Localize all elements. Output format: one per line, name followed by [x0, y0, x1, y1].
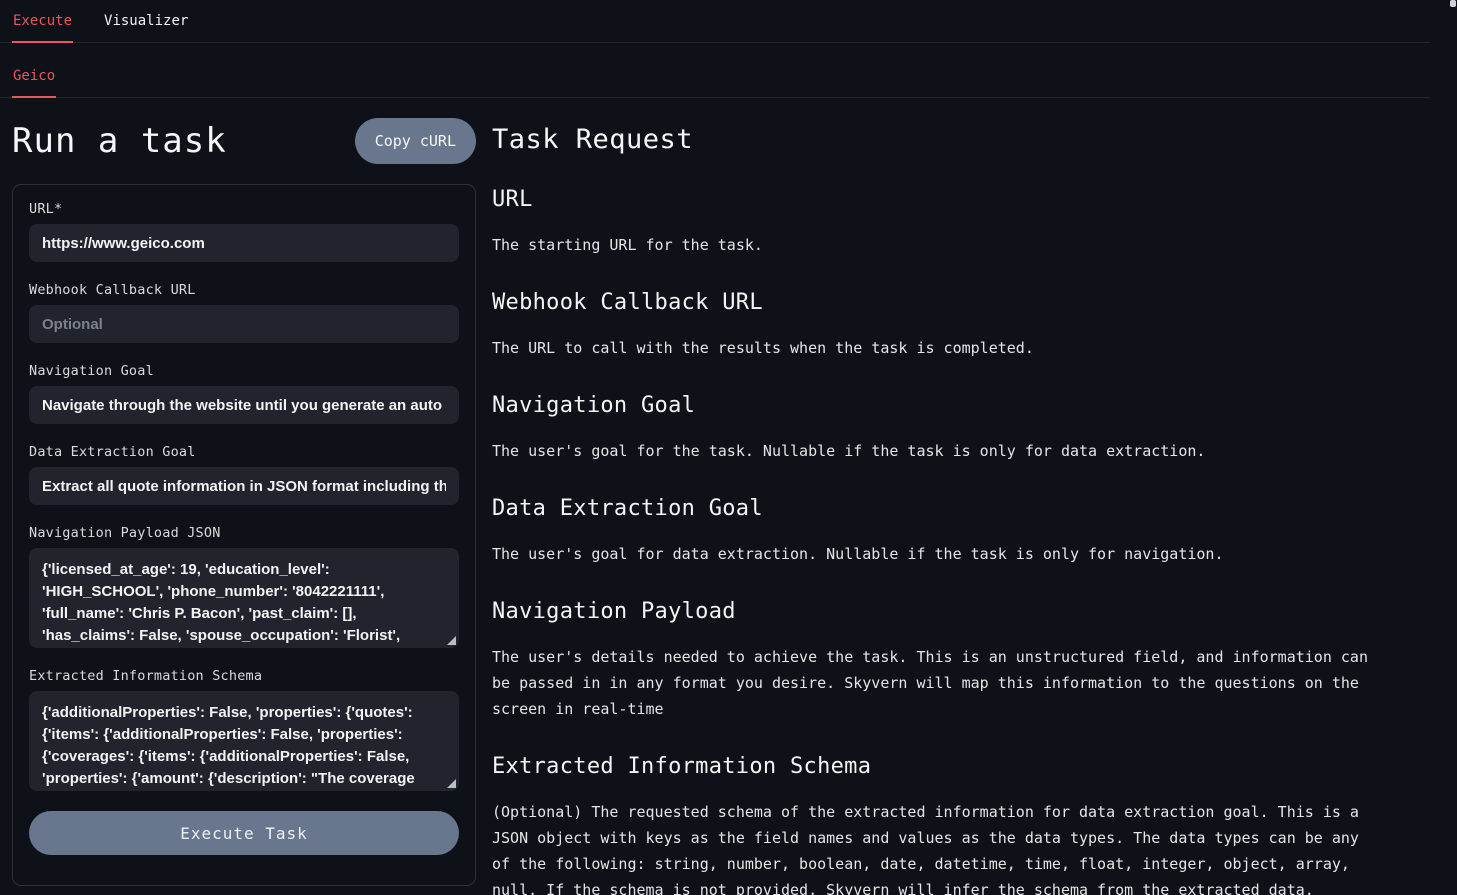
- navigation-payload-label: Navigation Payload JSON: [29, 525, 459, 541]
- tab-visualizer[interactable]: Visualizer: [103, 0, 189, 43]
- doc-section-body: (Optional) The requested schema of the e…: [492, 799, 1382, 895]
- run-task-panel: Run a task Copy cURL URL* Webhook Callba…: [12, 110, 476, 886]
- doc-section-heading: Extracted Information Schema: [492, 754, 1430, 779]
- resize-grip-icon[interactable]: [447, 779, 456, 788]
- navigation-goal-input[interactable]: [29, 386, 459, 424]
- doc-section-heading: URL: [492, 187, 1430, 212]
- navigation-goal-label: Navigation Goal: [29, 363, 459, 379]
- tab-execute[interactable]: Execute: [12, 0, 73, 43]
- scrollbar-thumb[interactable]: [1450, 0, 1456, 7]
- doc-section-navigation-payload: Navigation Payload The user's details ne…: [492, 599, 1430, 722]
- doc-section-heading: Navigation Goal: [492, 393, 1430, 418]
- doc-section-body: The starting URL for the task.: [492, 232, 1382, 258]
- doc-title: Task Request: [492, 124, 1430, 155]
- navigation-payload-wrap: {'licensed_at_age': 19, 'education_level…: [29, 548, 459, 648]
- doc-section-extracted-schema: Extracted Information Schema (Optional) …: [492, 754, 1430, 895]
- field-extracted-schema: Extracted Information Schema {'additiona…: [29, 668, 459, 791]
- resize-grip-icon[interactable]: [447, 636, 456, 645]
- field-url: URL*: [29, 201, 459, 262]
- doc-section-url: URL The starting URL for the task.: [492, 187, 1430, 258]
- doc-section-heading: Webhook Callback URL: [492, 290, 1430, 315]
- field-navigation-goal: Navigation Goal: [29, 363, 459, 424]
- doc-section-heading: Data Extraction Goal: [492, 496, 1430, 521]
- task-request-docs: Task Request URL The starting URL for th…: [492, 110, 1430, 895]
- data-extraction-goal-input[interactable]: [29, 467, 459, 505]
- doc-section-body: The user's goal for the task. Nullable i…: [492, 438, 1382, 464]
- tab-geico[interactable]: Geico: [12, 55, 56, 98]
- extracted-schema-label: Extracted Information Schema: [29, 668, 459, 684]
- url-input[interactable]: [29, 224, 459, 262]
- webhook-label: Webhook Callback URL: [29, 282, 459, 298]
- doc-section-navigation-goal: Navigation Goal The user's goal for the …: [492, 393, 1430, 464]
- field-webhook: Webhook Callback URL: [29, 282, 459, 343]
- data-extraction-goal-label: Data Extraction Goal: [29, 444, 459, 460]
- doc-section-body: The URL to call with the results when th…: [492, 335, 1382, 361]
- extracted-schema-wrap: {'additionalProperties': False, 'propert…: [29, 691, 459, 791]
- navigation-payload-textarea[interactable]: {'licensed_at_age': 19, 'education_level…: [29, 548, 459, 648]
- run-task-header: Run a task Copy cURL: [12, 118, 476, 164]
- url-label: URL*: [29, 201, 459, 217]
- doc-section-body: The user's details needed to achieve the…: [492, 644, 1382, 722]
- field-data-extraction-goal: Data Extraction Goal: [29, 444, 459, 505]
- doc-section-data-extraction-goal: Data Extraction Goal The user's goal for…: [492, 496, 1430, 567]
- sub-tabbar: Geico: [0, 43, 1430, 98]
- task-form-card: URL* Webhook Callback URL Navigation Goa…: [12, 184, 476, 886]
- doc-section-body: The user's goal for data extraction. Nul…: [492, 541, 1382, 567]
- field-navigation-payload: Navigation Payload JSON {'licensed_at_ag…: [29, 525, 459, 648]
- doc-section-heading: Navigation Payload: [492, 599, 1430, 624]
- top-tabbar: Execute Visualizer: [0, 0, 1430, 43]
- webhook-input[interactable]: [29, 305, 459, 343]
- main-content: Run a task Copy cURL URL* Webhook Callba…: [0, 98, 1457, 895]
- doc-section-webhook: Webhook Callback URL The URL to call wit…: [492, 290, 1430, 361]
- copy-curl-button[interactable]: Copy cURL: [355, 118, 476, 164]
- extracted-schema-textarea[interactable]: {'additionalProperties': False, 'propert…: [29, 691, 459, 791]
- execute-task-button[interactable]: Execute Task: [29, 811, 459, 855]
- page-title: Run a task: [12, 121, 227, 161]
